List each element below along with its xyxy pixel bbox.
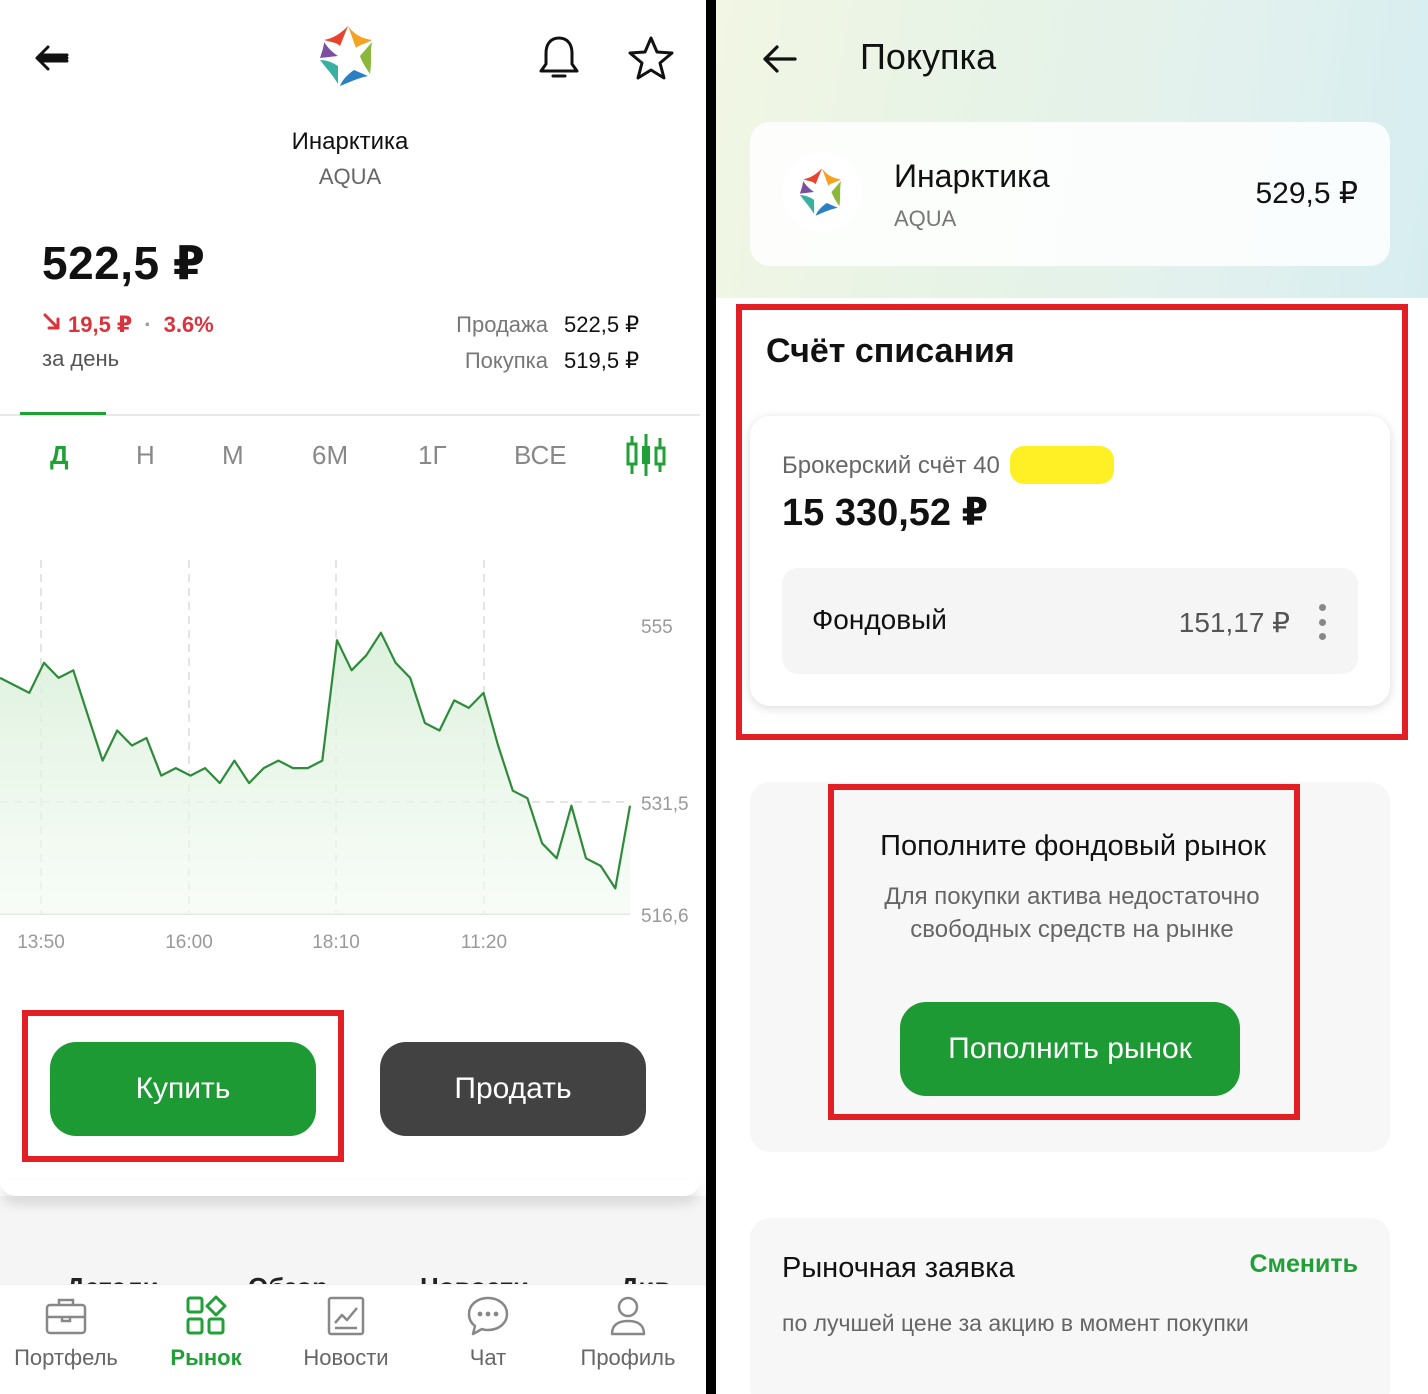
nav-profile-label: Профиль bbox=[580, 1345, 676, 1370]
profile-icon bbox=[610, 1296, 646, 1336]
sell-button[interactable]: Продать bbox=[380, 1042, 646, 1136]
period-tab-6months[interactable]: 6М bbox=[312, 440, 348, 471]
purchase-screen: Покупка Инарктика AQUA 529,5 ₽ Счёт спис… bbox=[716, 0, 1428, 1394]
chart-y-tick-label: 555 bbox=[641, 617, 673, 638]
change-amount: 19,5 ₽ bbox=[68, 312, 133, 337]
nav-profile[interactable]: Профиль bbox=[558, 1295, 698, 1371]
nav-chat[interactable]: Чат bbox=[418, 1295, 558, 1371]
chat-icon bbox=[467, 1296, 509, 1336]
nav-portfolio-label: Портфель bbox=[14, 1345, 118, 1370]
chart-x-tick-label: 11:20 bbox=[461, 932, 507, 953]
chart-x-tick-label: 18:10 bbox=[312, 932, 360, 953]
nav-portfolio[interactable]: Портфель bbox=[0, 1295, 136, 1371]
change-percent: 3.6% bbox=[163, 312, 214, 337]
buy-quote: Покупка 519,5 ₽ bbox=[428, 348, 639, 374]
change-period-caption: за день bbox=[42, 346, 120, 371]
detail-subtabs: Детали Обзор Новости Див bbox=[0, 1262, 700, 1284]
subtab-dividends[interactable]: Див bbox=[620, 1272, 671, 1284]
stock-detail-screen: Инарктика AQUA 522,5 ₽ 19,5 ₽ · 3.6% за … bbox=[0, 0, 706, 1394]
back-arrow-icon[interactable] bbox=[750, 34, 810, 84]
period-tab-year[interactable]: 1Г bbox=[418, 440, 447, 471]
more-options-icon[interactable] bbox=[1314, 604, 1330, 640]
period-tab-week[interactable]: Н bbox=[136, 440, 155, 471]
subaccount-row[interactable]: Фондовый 151,17 ₽ bbox=[782, 568, 1358, 674]
back-arrow-icon[interactable] bbox=[22, 30, 82, 86]
price-change: 19,5 ₽ · 3.6% bbox=[42, 312, 214, 338]
subaccount-amount: 151,17 ₽ bbox=[1178, 607, 1290, 638]
chart-y-tick-label: 516,6 bbox=[641, 906, 689, 927]
debit-account-heading: Счёт списания bbox=[766, 332, 1015, 370]
period-tab-all[interactable]: ВСЕ bbox=[514, 440, 567, 471]
stock-name: Инарктика bbox=[291, 128, 409, 155]
stock-name: Инарктика bbox=[894, 158, 1050, 194]
nav-news-label: Новости bbox=[303, 1345, 389, 1370]
chart-x-tick-label: 13:50 bbox=[17, 932, 65, 953]
period-tab-month[interactable]: М bbox=[222, 440, 244, 471]
buy-quote-label: Покупка bbox=[464, 348, 548, 373]
arrow-down-right-icon bbox=[42, 312, 62, 338]
period-tab-day[interactable]: Д bbox=[50, 440, 69, 471]
nav-news[interactable]: Новости bbox=[276, 1295, 416, 1371]
separator-dot: · bbox=[144, 312, 152, 337]
page-title: Покупка bbox=[860, 36, 997, 77]
order-type-card: Рыночная заявка Сменить по лучшей цене з… bbox=[750, 1218, 1390, 1394]
chart-area-fill bbox=[0, 632, 630, 914]
image-divider bbox=[706, 0, 716, 1394]
sell-quote: Продажа 522,5 ₽ bbox=[428, 312, 639, 338]
market-grid-icon bbox=[186, 1295, 227, 1335]
stock-price: 529,5 ₽ bbox=[1255, 177, 1359, 210]
topup-title: Пополните фондовый рынок bbox=[880, 830, 1266, 862]
subaccount-name: Фондовый bbox=[812, 604, 947, 635]
briefcase-icon bbox=[45, 1298, 87, 1335]
topup-description: Для покупки актива недостаточно свободны… bbox=[716, 880, 1428, 946]
topup-market-button[interactable]: Пополнить рынок bbox=[900, 1002, 1240, 1096]
current-price: 522,5 ₽ bbox=[42, 237, 206, 289]
account-label: Брокерский счёт 40 bbox=[782, 452, 1000, 479]
bell-icon[interactable] bbox=[528, 28, 590, 88]
stock-ticker: AQUA bbox=[894, 206, 957, 231]
nav-market[interactable]: Рынок bbox=[136, 1295, 276, 1371]
card-bottom-edge bbox=[0, 1180, 700, 1196]
topup-description-line: Для покупки актива недостаточно bbox=[884, 883, 1260, 910]
account-card[interactable]: Брокерский счёт 40 15 330,52 ₽ Фондовый … bbox=[750, 416, 1390, 706]
chart-x-tick-label: 16:00 bbox=[165, 932, 213, 953]
nav-market-label: Рынок bbox=[170, 1345, 242, 1370]
account-balance: 15 330,52 ₽ bbox=[782, 492, 989, 534]
nav-chat-label: Чат bbox=[469, 1345, 507, 1370]
bottom-navigation: Портфель Рынок Новости Чат Профиль bbox=[0, 1284, 706, 1394]
subtab-news[interactable]: Новости bbox=[420, 1272, 529, 1284]
company-logo bbox=[310, 20, 386, 92]
stock-summary-card: Инарктика AQUA 529,5 ₽ bbox=[750, 122, 1390, 266]
order-type-description: по лучшей цене за акцию в момент покупки bbox=[782, 1310, 1249, 1336]
price-chart[interactable]: 555 531,5 516,6 13:50 16:00 18:10 11:20 bbox=[0, 540, 700, 960]
favorite-star-icon[interactable] bbox=[620, 28, 682, 88]
order-type-title: Рыночная заявка bbox=[782, 1252, 1015, 1284]
buy-quote-value: 519,5 ₽ bbox=[564, 348, 640, 373]
stock-ticker: AQUA bbox=[318, 164, 382, 189]
subtab-details[interactable]: Детали bbox=[66, 1272, 159, 1284]
company-logo bbox=[782, 152, 862, 232]
active-tab-indicator bbox=[20, 412, 106, 415]
redaction-mark bbox=[1010, 446, 1114, 484]
sell-quote-value: 522,5 ₽ bbox=[564, 312, 640, 337]
topup-description-line: свободных средств на рынке bbox=[910, 916, 1234, 943]
buy-button[interactable]: Купить bbox=[50, 1042, 316, 1136]
change-order-type-link[interactable]: Сменить bbox=[1249, 1250, 1358, 1279]
subtab-overview[interactable]: Обзор bbox=[248, 1272, 328, 1284]
chart-y-tick-label: 531,5 bbox=[641, 794, 689, 815]
candlestick-chart-icon[interactable] bbox=[626, 432, 666, 478]
sell-quote-label: Продажа bbox=[456, 312, 548, 337]
news-chart-icon bbox=[327, 1296, 365, 1336]
